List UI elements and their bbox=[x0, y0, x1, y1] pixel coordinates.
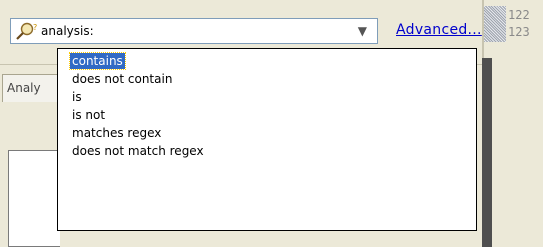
option-contains[interactable]: contains bbox=[69, 52, 126, 70]
search-icon: ? bbox=[16, 22, 37, 40]
gutter-dark-region bbox=[482, 58, 543, 247]
option-does-not-contain[interactable]: does not contain bbox=[70, 71, 174, 87]
editor-gutter: 122 123 bbox=[482, 0, 543, 247]
operator-dropdown-list[interactable]: contains does not contain is is not matc… bbox=[57, 48, 477, 231]
gutter-marker bbox=[484, 6, 506, 42]
line-number: 122 bbox=[508, 8, 530, 22]
line-number: 123 bbox=[508, 25, 530, 39]
svg-text:?: ? bbox=[33, 23, 37, 32]
filter-value: analysis: bbox=[41, 24, 94, 38]
option-is-not[interactable]: is not bbox=[70, 107, 107, 123]
gutter-inner bbox=[492, 58, 543, 247]
tab-analysis-label: Analy bbox=[7, 81, 41, 95]
option-is[interactable]: is bbox=[70, 89, 84, 105]
dropdown-arrow-icon[interactable]: ▼ bbox=[358, 25, 367, 37]
option-matches-regex[interactable]: matches regex bbox=[70, 125, 163, 141]
results-panel bbox=[8, 150, 60, 247]
advanced-link[interactable]: Advanced... bbox=[396, 22, 482, 38]
option-does-not-match-regex[interactable]: does not match regex bbox=[70, 143, 206, 159]
filter-combobox[interactable]: ? analysis: ▼ bbox=[10, 18, 378, 44]
